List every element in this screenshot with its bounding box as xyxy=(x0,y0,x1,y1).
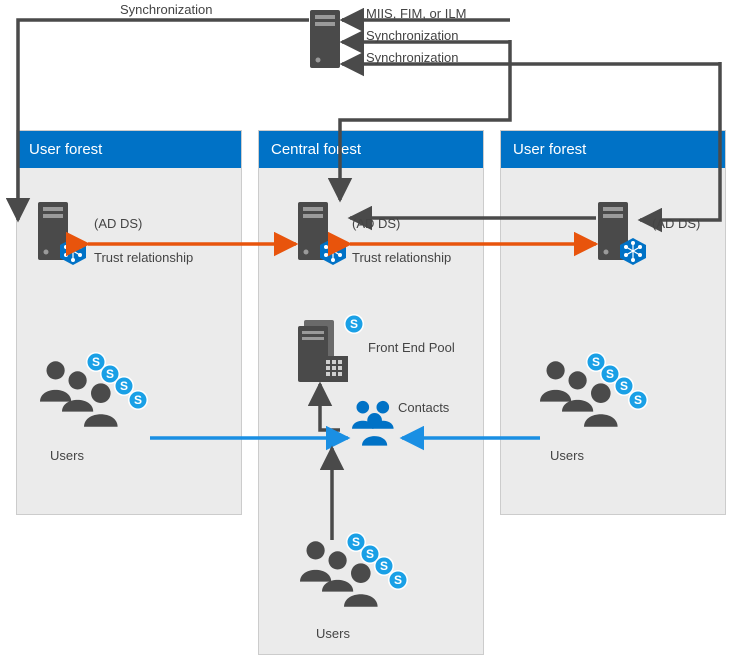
adds-left-label: (AD DS) xyxy=(94,216,142,231)
trust-center-label: Trust relationship xyxy=(352,250,451,265)
sync-label-r2: Synchronization xyxy=(366,50,459,65)
contacts-label: Contacts xyxy=(398,400,449,415)
adds-right xyxy=(598,202,646,265)
sync-server-icon xyxy=(310,10,340,68)
users-right-label: Users xyxy=(550,448,584,463)
sync-server-label: MIIS, FIM, or ILM xyxy=(366,6,466,21)
sync-label-r1: Synchronization xyxy=(366,28,459,43)
trust-left-label: Trust relationship xyxy=(94,250,193,265)
frontend-label: Front End Pool xyxy=(368,340,455,355)
adds-center xyxy=(298,202,346,265)
sync-vertical-right xyxy=(640,62,720,220)
connectors-layer: S xyxy=(0,0,747,664)
users-left-label: Users xyxy=(50,448,84,463)
users-right-icon xyxy=(540,352,648,427)
contacts-icon xyxy=(352,401,394,446)
front-end-pool-icon xyxy=(298,314,364,382)
adds-center-label: (AD DS) xyxy=(352,216,400,231)
users-left-icon xyxy=(40,352,148,427)
users-center-label: Users xyxy=(316,626,350,641)
sync-arrow-left xyxy=(18,20,309,220)
adds-right-label: (AD DS) xyxy=(652,216,700,231)
users-center-icon xyxy=(300,532,408,607)
topology-diagram: User forest Central forest User forest xyxy=(0,0,747,664)
contacts-to-frontend-arrow xyxy=(320,384,340,430)
sync-label-left: Synchronization xyxy=(120,2,213,17)
adds-left xyxy=(38,202,86,265)
